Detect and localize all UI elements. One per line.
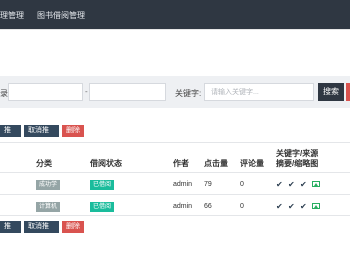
source-check-icon: ✔ xyxy=(288,202,295,211)
row-border xyxy=(0,194,350,195)
recommend-button-top[interactable]: 推荐 xyxy=(0,125,21,146)
keyword-field[interactable] xyxy=(204,83,314,101)
keyword-label: 关键字: xyxy=(175,89,202,98)
cancel-recommend-button-bottom[interactable]: 取消推荐 xyxy=(24,221,59,242)
summary-check-icon: ✔ xyxy=(300,202,307,211)
clicks-cell: 79 xyxy=(204,181,212,188)
table-top-border xyxy=(0,142,350,143)
header-comments: 评论量 xyxy=(240,159,264,168)
category-tag: 计算机 xyxy=(36,202,61,212)
summary-check-icon: ✔ xyxy=(300,180,307,189)
source-check-icon: ✔ xyxy=(288,180,295,189)
header-clicks: 点击量 xyxy=(204,159,228,168)
comments-cell: 0 xyxy=(240,203,244,210)
date-range-dash: - xyxy=(85,87,88,96)
end-date-field[interactable] xyxy=(89,83,166,101)
header-divider xyxy=(0,29,350,30)
status-badge: 已借阅 xyxy=(90,180,115,190)
header-borrow-status: 借阅状态 xyxy=(90,159,122,168)
thumbnail-image-icon[interactable] xyxy=(312,181,320,187)
header-category: 分类 xyxy=(36,159,52,168)
thumbnail-image-icon[interactable] xyxy=(312,203,320,209)
delete-button-top[interactable]: 删除 xyxy=(62,125,84,137)
recommend-button-bottom[interactable]: 推荐 xyxy=(0,221,21,242)
keyword-input[interactable] xyxy=(205,84,313,100)
keyword-check-icon: ✔ xyxy=(276,180,283,189)
start-date-field[interactable] xyxy=(8,83,83,101)
table-bottom-border xyxy=(0,215,350,216)
delete-button-bottom[interactable]: 删除 xyxy=(62,221,84,233)
author-cell: admin xyxy=(173,181,193,188)
status-badge: 已借阅 xyxy=(90,202,115,212)
category-tag: 成功学 xyxy=(36,180,61,190)
author-cell: admin xyxy=(173,203,193,210)
search-button[interactable]: 搜索 xyxy=(318,83,344,101)
nav-item-book-borrow[interactable]: 图书借阅管理 xyxy=(37,10,85,21)
nav-item-manage[interactable]: 理管理 xyxy=(0,10,24,21)
filter-bar: 录: - 关键字: 搜索 xyxy=(0,76,350,108)
clicks-cell: 66 xyxy=(204,203,212,210)
header-author: 作者 xyxy=(173,159,189,168)
extra-red-button[interactable] xyxy=(346,83,350,101)
end-date-input[interactable] xyxy=(90,84,165,100)
start-date-input[interactable] xyxy=(9,84,82,100)
cancel-recommend-button-top[interactable]: 取消推荐 xyxy=(24,125,59,146)
header-bottom-border xyxy=(0,172,350,173)
keyword-check-icon: ✔ xyxy=(276,202,283,211)
header-summary-thumb: 摘要/缩略图 xyxy=(276,159,319,168)
comments-cell: 0 xyxy=(240,181,244,188)
top-navbar: 理管理 图书借阅管理 xyxy=(0,0,350,29)
